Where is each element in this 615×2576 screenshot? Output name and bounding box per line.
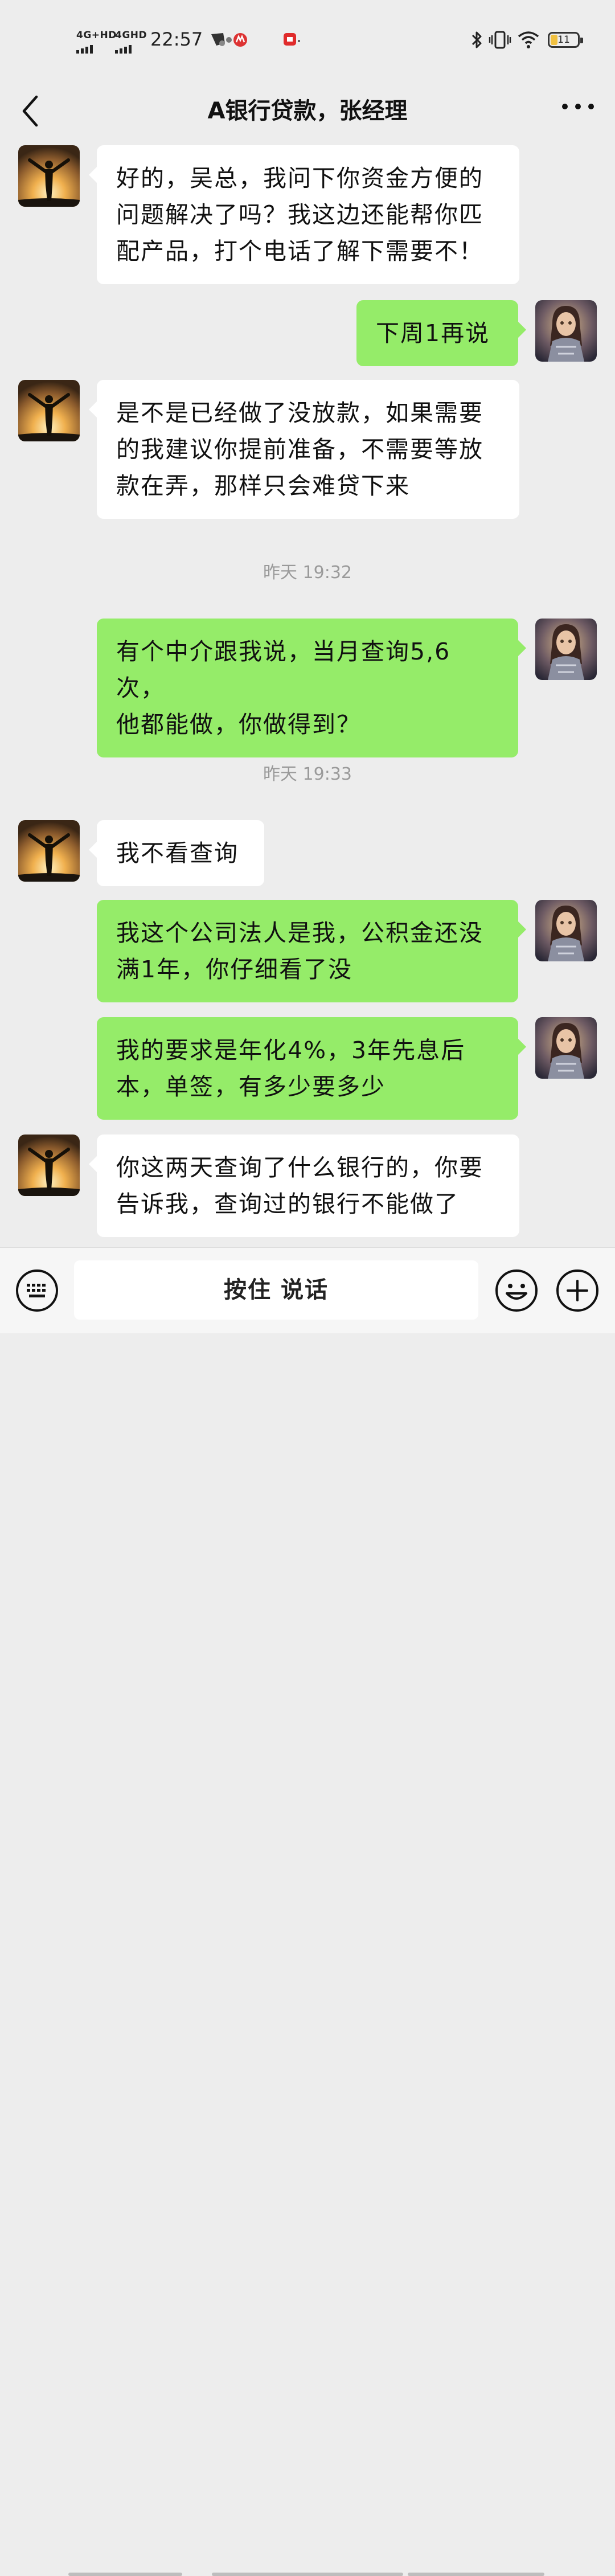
avatar-silhouette-icon bbox=[18, 820, 80, 882]
user-avatar[interactable] bbox=[535, 1017, 597, 1079]
chat-area[interactable]: 好的，吴总，我问下你资金方便的 问题解决了吗？我这边还能帮你匹 配产品，打个电话… bbox=[0, 142, 615, 1247]
status-bar: 4G+HD 4GHD 22:57 11 bbox=[0, 0, 615, 80]
network-label-2: 4GHD bbox=[115, 30, 147, 41]
contact-avatar[interactable] bbox=[18, 820, 80, 882]
chevron-left-icon bbox=[22, 95, 38, 127]
message-bubble-incoming[interactable]: 是不是已经做了没放款，如果需要 的我建议你提前准备，不需要等放 款在弄，那样只会… bbox=[89, 380, 519, 519]
user-avatar[interactable] bbox=[535, 300, 597, 362]
timestamp: 昨天 19:33 bbox=[263, 764, 352, 784]
app-icon bbox=[226, 33, 247, 47]
message-bubble-incoming[interactable]: 我不看查询 bbox=[89, 820, 264, 886]
keyboard-icon bbox=[16, 1269, 58, 1312]
gesture-bar bbox=[408, 2573, 544, 2576]
gesture-bar[interactable] bbox=[212, 2573, 403, 2576]
timestamp: 昨天 19:32 bbox=[263, 563, 352, 583]
signal-icon bbox=[76, 42, 117, 54]
emoji-icon bbox=[495, 1269, 538, 1312]
user-avatar[interactable] bbox=[535, 619, 597, 680]
hold-to-talk-button[interactable]: 按住 说话 bbox=[74, 1260, 478, 1320]
plus-icon bbox=[556, 1269, 598, 1312]
avatar-portrait-icon bbox=[535, 619, 597, 680]
wifi-icon bbox=[518, 31, 539, 48]
avatar-silhouette-icon bbox=[18, 1135, 80, 1196]
clock: 22:57 bbox=[150, 28, 203, 50]
signal-icon bbox=[115, 42, 147, 54]
back-button[interactable] bbox=[14, 85, 59, 137]
network-indicator-1: 4G+HD bbox=[76, 30, 117, 54]
message-bubble-outgoing[interactable]: 有个中介跟我说，当月查询5,6次， 他都能做，你做得到？ bbox=[97, 619, 526, 757]
more-functions-button[interactable] bbox=[555, 1268, 600, 1313]
avatar-portrait-icon bbox=[535, 1017, 597, 1079]
avatar-portrait-icon bbox=[535, 300, 597, 362]
network-label-1: 4G+HD bbox=[76, 30, 117, 41]
bluetooth-icon bbox=[472, 31, 482, 48]
battery-level: 11 bbox=[557, 34, 570, 46]
keyboard-toggle-button[interactable] bbox=[15, 1268, 59, 1313]
message-bubble-outgoing[interactable]: 我的要求是年化4%，3年先息后 本，单签，有多少要多少 bbox=[97, 1017, 526, 1120]
vibrate-icon bbox=[489, 31, 511, 49]
message-bubble-outgoing[interactable]: 下周1再说 bbox=[356, 300, 526, 366]
avatar-silhouette-icon bbox=[18, 380, 80, 441]
nav-bar: A银行贷款，张经理 bbox=[0, 80, 615, 142]
avatar-portrait-icon bbox=[535, 900, 597, 961]
battery-icon: 11 bbox=[548, 32, 583, 48]
app-icon bbox=[211, 33, 225, 46]
avatar-silhouette-icon bbox=[18, 145, 80, 207]
more-button[interactable] bbox=[552, 85, 604, 137]
chat-title: A银行贷款，张经理 bbox=[207, 98, 408, 124]
input-bar: 按住 说话 bbox=[0, 1247, 615, 2576]
more-icon bbox=[562, 104, 594, 109]
contact-avatar[interactable] bbox=[18, 145, 80, 207]
gesture-bar bbox=[68, 2573, 182, 2576]
contact-avatar[interactable] bbox=[18, 380, 80, 441]
message-bubble-incoming[interactable]: 好的，吴总，我问下你资金方便的 问题解决了吗？我这边还能帮你匹 配产品，打个电话… bbox=[89, 145, 519, 284]
app-icon bbox=[284, 33, 300, 46]
user-avatar[interactable] bbox=[535, 900, 597, 961]
emoji-button[interactable] bbox=[494, 1268, 539, 1313]
message-bubble-incoming[interactable]: 你这两天查询了什么银行的，你要 告诉我，查询过的银行不能做了 bbox=[89, 1135, 519, 1237]
contact-avatar[interactable] bbox=[18, 1135, 80, 1196]
message-bubble-outgoing[interactable]: 我这个公司法人是我，公积金还没 满1年，你仔细看了没 bbox=[97, 900, 526, 1002]
network-indicator-2: 4GHD bbox=[115, 30, 147, 54]
